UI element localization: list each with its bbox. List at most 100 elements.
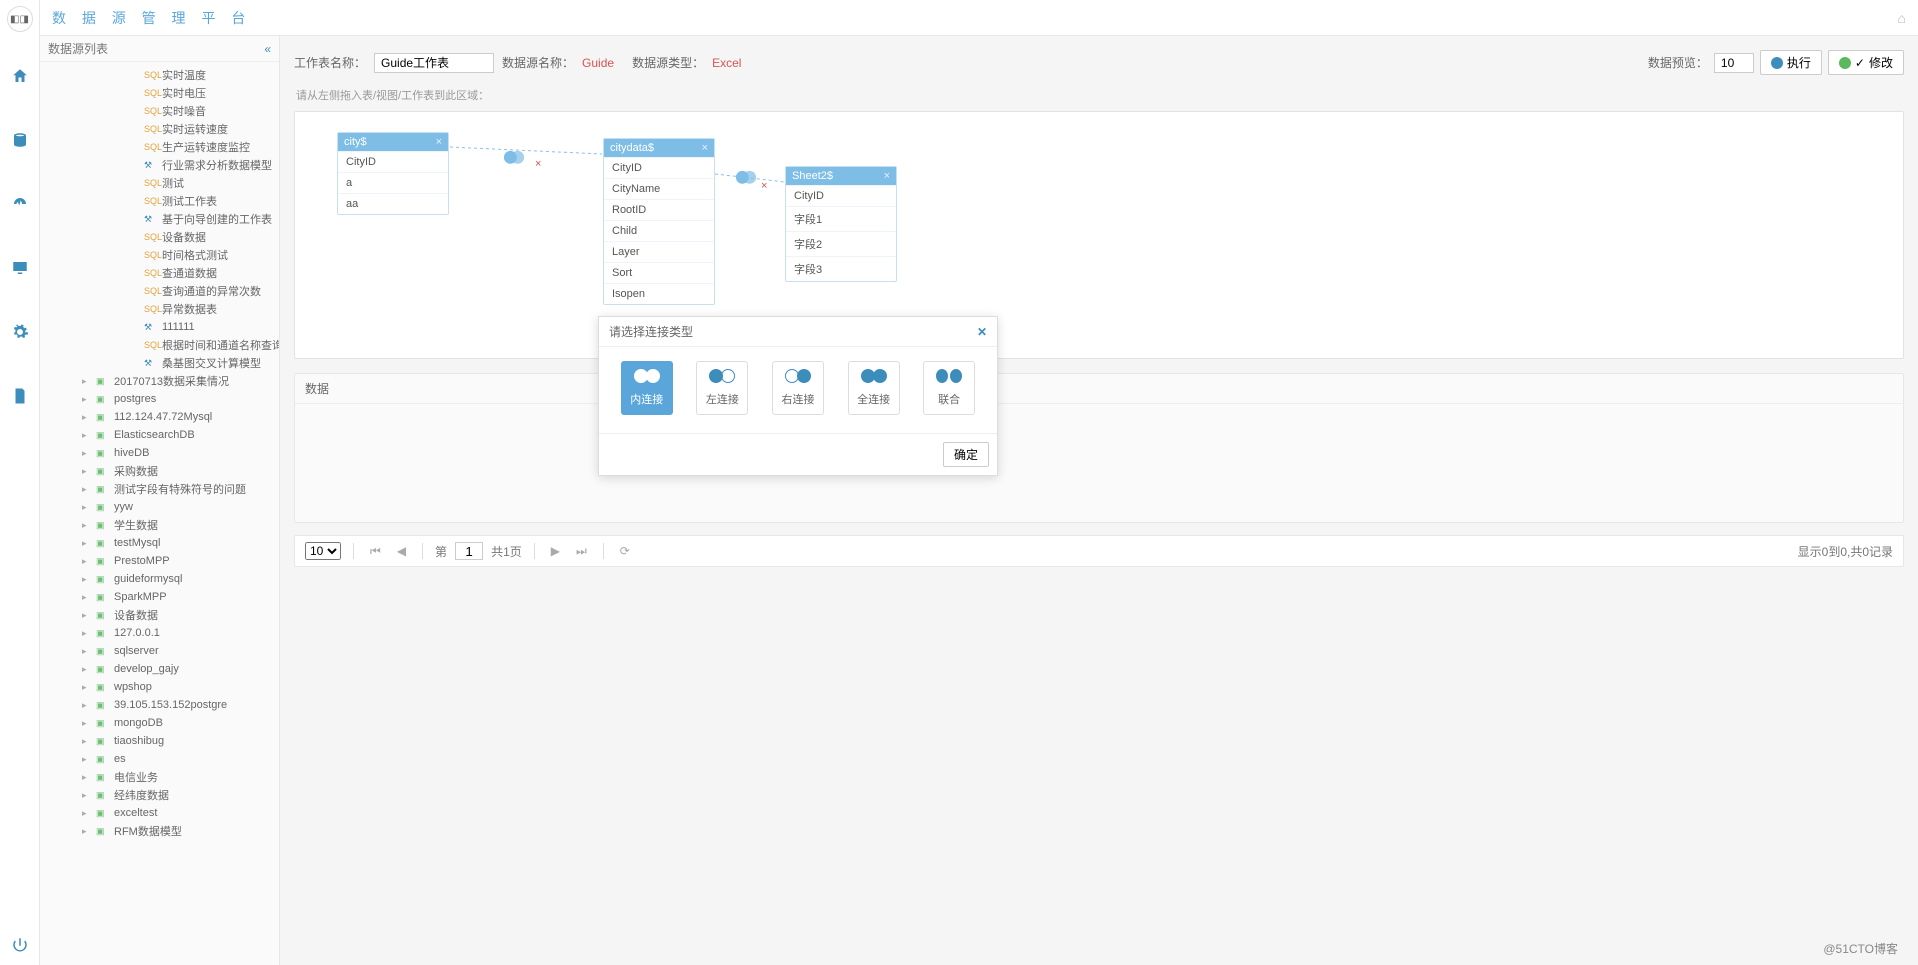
ws-name-input[interactable] — [374, 53, 494, 73]
run-button[interactable]: 执行 — [1760, 50, 1822, 75]
tree-item[interactable]: ▸▣yyw — [40, 498, 279, 516]
tree-item[interactable]: ▸▣ElasticsearchDB — [40, 426, 279, 444]
tree-item[interactable]: ⚒111111 — [40, 318, 279, 336]
tree-item[interactable]: ▸▣电信业务 — [40, 768, 279, 786]
table-citydata[interactable]: citydata$× CityID CityName RootID Child … — [603, 138, 715, 305]
sidebar: 数据源列表 « SQL实时温度SQL实时电压SQL实时噪音SQL实时运转速度SQ… — [40, 36, 280, 965]
remove-join-icon[interactable]: × — [535, 158, 541, 170]
field[interactable]: CityName — [604, 178, 714, 199]
last-page-icon[interactable]: ⏭ — [572, 544, 591, 559]
field[interactable]: CityID — [786, 185, 896, 206]
tree-item[interactable]: ▸▣mongoDB — [40, 714, 279, 732]
monitor-icon[interactable] — [0, 248, 40, 288]
tree-item[interactable]: ▸▣采购数据 — [40, 462, 279, 480]
pager-summary: 显示0到0,共0记录 — [1798, 543, 1893, 560]
tree-item[interactable]: SQL实时温度 — [40, 66, 279, 84]
field[interactable]: 字段1 — [786, 206, 896, 231]
join-right[interactable]: 右连接 — [772, 361, 824, 415]
tree-item[interactable]: SQL实时运转速度 — [40, 120, 279, 138]
tree-item[interactable]: SQL实时噪音 — [40, 102, 279, 120]
tree-item[interactable]: ▸▣112.124.47.72Mysql — [40, 408, 279, 426]
nav-rail: ◧◨ — [0, 0, 40, 965]
tree-item[interactable]: ▸▣exceltest — [40, 804, 279, 822]
join-union[interactable]: 联合 — [923, 361, 975, 415]
field[interactable]: Child — [604, 220, 714, 241]
tree-item[interactable]: ▸▣学生数据 — [40, 516, 279, 534]
tree-item[interactable]: SQL查通道数据 — [40, 264, 279, 282]
tree-item[interactable]: SQL查询通道的异常次数 — [40, 282, 279, 300]
tree-item[interactable]: ⚒基于向导创建的工作表 — [40, 210, 279, 228]
modify-button[interactable]: ✓ 修改 — [1828, 50, 1904, 75]
tree-item[interactable]: SQL测试 — [40, 174, 279, 192]
tree-item[interactable]: SQL生产运转速度监控 — [40, 138, 279, 156]
home-icon[interactable] — [0, 56, 40, 96]
field[interactable]: Layer — [604, 241, 714, 262]
field[interactable]: RootID — [604, 199, 714, 220]
database-icon[interactable] — [0, 120, 40, 160]
power-icon[interactable] — [0, 925, 40, 965]
table-sheet2[interactable]: Sheet2$× CityID 字段1 字段2 字段3 — [785, 166, 897, 282]
tree-item[interactable]: ▸▣20170713数据采集情况 — [40, 372, 279, 390]
tree-item[interactable]: ▸▣tiaoshibug — [40, 732, 279, 750]
tree-item[interactable]: ⚒桑基图交叉计算模型 — [40, 354, 279, 372]
field[interactable]: CityID — [604, 157, 714, 178]
join-left[interactable]: 左连接 — [696, 361, 748, 415]
field[interactable]: 字段3 — [786, 256, 896, 281]
close-icon[interactable]: × — [884, 170, 890, 182]
collapse-sidebar-icon[interactable]: « — [264, 42, 271, 56]
close-icon[interactable]: ✕ — [977, 325, 987, 339]
tree-item[interactable]: ▸▣经纬度数据 — [40, 786, 279, 804]
document-icon[interactable] — [0, 376, 40, 416]
settings-icon[interactable] — [0, 312, 40, 352]
close-icon[interactable]: × — [702, 142, 708, 154]
datasource-tree[interactable]: SQL实时温度SQL实时电压SQL实时噪音SQL实时运转速度SQL生产运转速度监… — [40, 62, 279, 965]
field[interactable]: a — [338, 172, 448, 193]
field[interactable]: CityID — [338, 151, 448, 172]
tree-item[interactable]: ▸▣hiveDB — [40, 444, 279, 462]
tree-item[interactable]: ▸▣RFM数据模型 — [40, 822, 279, 840]
prev-page-icon[interactable]: ◀ — [393, 544, 410, 558]
tree-item[interactable]: ▸▣sqlserver — [40, 642, 279, 660]
drop-hint: 请从左侧拖入表/视图/工作表到此区域： — [294, 85, 1904, 111]
join-node-icon[interactable] — [735, 170, 757, 192]
tree-item[interactable]: ▸▣es — [40, 750, 279, 768]
join-full[interactable]: 全连接 — [848, 361, 900, 415]
first-page-icon[interactable]: ⏮ — [366, 544, 385, 559]
remove-join-icon[interactable]: × — [761, 180, 767, 192]
refresh-icon[interactable]: ⟳ — [616, 544, 634, 558]
page-input[interactable] — [455, 542, 483, 560]
join-canvas[interactable]: city$× CityID a aa citydata$× CityID Cit… — [294, 111, 1904, 359]
tree-item[interactable]: ▸▣设备数据 — [40, 606, 279, 624]
tree-item[interactable]: ▸▣postgres — [40, 390, 279, 408]
tree-item[interactable]: SQL根据时间和通道名称查询数据明细 — [40, 336, 279, 354]
tree-item[interactable]: ▸▣guideformysql — [40, 570, 279, 588]
field[interactable]: aa — [338, 193, 448, 214]
tree-item[interactable]: ▸▣wpshop — [40, 678, 279, 696]
tree-item[interactable]: ▸▣testMysql — [40, 534, 279, 552]
next-page-icon[interactable]: ▶ — [547, 544, 564, 558]
tree-item[interactable]: SQL测试工作表 — [40, 192, 279, 210]
home-right-icon[interactable]: ⌂ — [1898, 10, 1906, 26]
join-inner[interactable]: 内连接 — [621, 361, 673, 415]
tree-item[interactable]: SQL时间格式测试 — [40, 246, 279, 264]
tree-item[interactable]: SQL实时电压 — [40, 84, 279, 102]
tree-item[interactable]: ▸▣develop_gajy — [40, 660, 279, 678]
tree-item[interactable]: ▸▣127.0.0.1 — [40, 624, 279, 642]
field[interactable]: Isopen — [604, 283, 714, 304]
join-node-icon[interactable] — [503, 150, 525, 172]
ok-button[interactable]: 确定 — [943, 442, 989, 467]
tree-item[interactable]: SQL异常数据表 — [40, 300, 279, 318]
tree-item[interactable]: SQL设备数据 — [40, 228, 279, 246]
close-icon[interactable]: × — [436, 136, 442, 148]
page-size-select[interactable]: 10 — [305, 542, 341, 560]
tree-item[interactable]: ▸▣PrestoMPP — [40, 552, 279, 570]
table-city[interactable]: city$× CityID a aa — [337, 132, 449, 215]
tree-item[interactable]: ▸▣39.105.153.152postgre — [40, 696, 279, 714]
field[interactable]: 字段2 — [786, 231, 896, 256]
field[interactable]: Sort — [604, 262, 714, 283]
preview-count-input[interactable] — [1714, 53, 1754, 73]
tree-item[interactable]: ⚒行业需求分析数据模型 — [40, 156, 279, 174]
dashboard-icon[interactable] — [0, 184, 40, 224]
tree-item[interactable]: ▸▣SparkMPP — [40, 588, 279, 606]
tree-item[interactable]: ▸▣测试字段有特殊符号的问题 — [40, 480, 279, 498]
